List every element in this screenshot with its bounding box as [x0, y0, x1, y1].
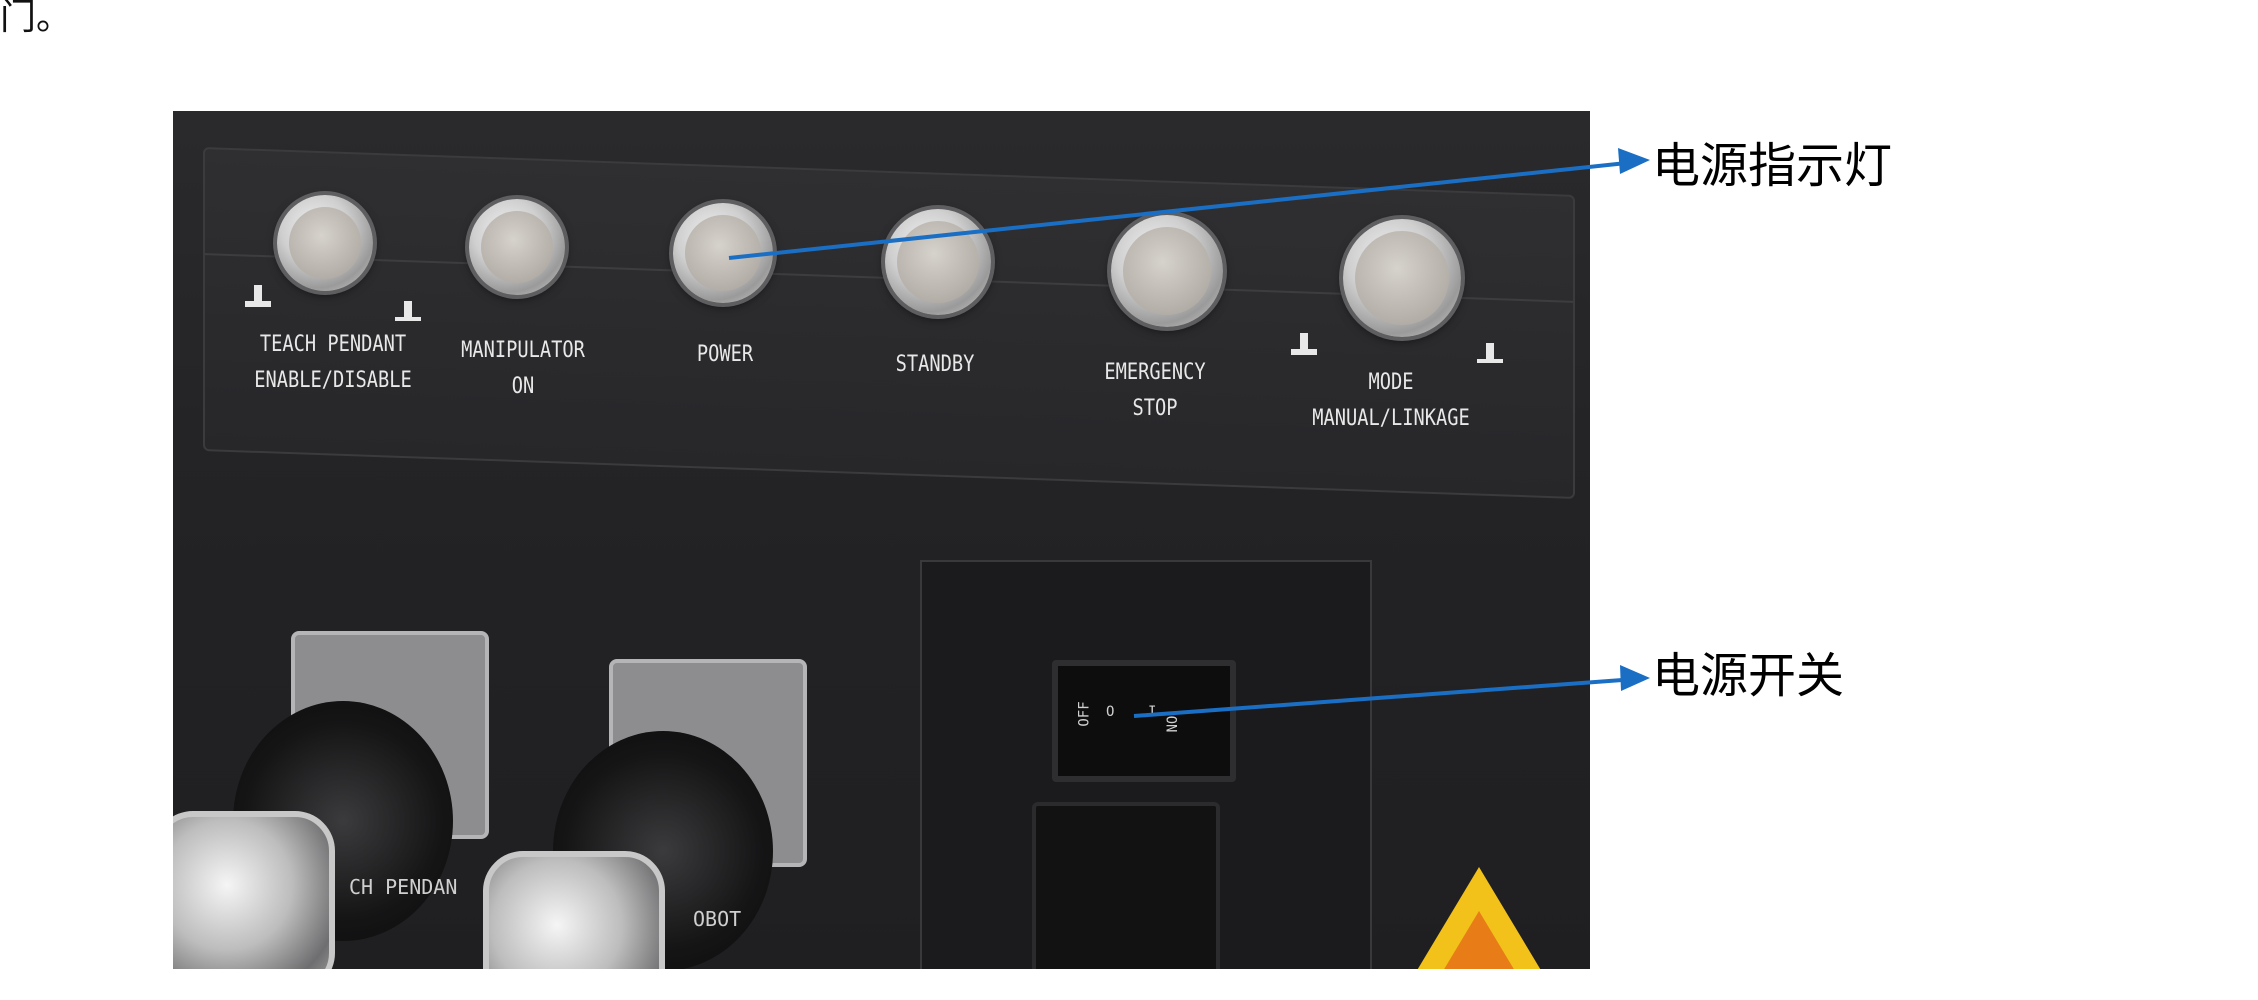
switch-off-symbol: O [1106, 704, 1115, 720]
standby-label: STANDBY [896, 347, 975, 383]
power-label: POWER [697, 337, 753, 373]
standby-button [885, 209, 991, 315]
button-lens [897, 221, 979, 303]
power-indicator-callout: 电源指示灯 [1652, 138, 1893, 194]
teach-pendant-label: TEACH PENDANT ENABLE/DISABLE [254, 327, 412, 400]
teach-pendant-button [277, 195, 373, 291]
text-fragment: 门。 [0, 0, 73, 38]
connector-label-left: CH PENDAN [349, 875, 458, 899]
power-switch-arrowhead [1620, 665, 1650, 691]
label-line: ON [511, 374, 535, 400]
power-button [673, 203, 773, 303]
label-line: TEACH PENDANT [259, 332, 407, 357]
button-lens [289, 207, 361, 279]
label-line: POWER [696, 342, 754, 367]
key-symbol-icon [1291, 333, 1317, 355]
switch-on-label: ON [1162, 715, 1179, 733]
power-socket [1032, 802, 1220, 969]
button-lens [685, 215, 761, 291]
mode-label: MODE MANUAL/LINKAGE [1312, 365, 1470, 438]
label-line: MODE [1368, 370, 1414, 395]
power-switch-housing: OFF O I ON [920, 560, 1372, 969]
power-indicator-arrowhead [1618, 148, 1650, 174]
switch-off-label: OFF [1076, 701, 1093, 727]
label-line: STANDBY [895, 352, 975, 377]
button-lens [481, 211, 553, 283]
mode-button [1343, 219, 1461, 337]
key-symbol-icon [1477, 343, 1503, 363]
manipulator-on-label: MANIPULATOR ON [461, 333, 585, 406]
manipulator-on-button [469, 199, 565, 295]
label-line: MANUAL/LINKAGE [1312, 406, 1470, 432]
connector-nut-left [173, 811, 335, 969]
rocker-switch: OFF O I ON [1052, 660, 1236, 782]
switch-on-symbol: I [1148, 704, 1157, 720]
label-line: MANIPULATOR [461, 338, 585, 363]
control-panel-photo: TEACH PENDANT ENABLE/DISABLE MANIPULATOR… [173, 111, 1590, 969]
emergency-stop-label: EMERGENCY STOP [1104, 355, 1205, 428]
label-line: ENABLE/DISABLE [254, 368, 412, 394]
label-line: STOP [1132, 396, 1178, 422]
key-symbol-icon [395, 301, 421, 321]
power-switch-callout: 电源开关 [1652, 648, 1845, 704]
button-lens [1355, 231, 1449, 325]
connector-label-right: OBOT [693, 907, 742, 931]
connector-nut-right [483, 851, 665, 969]
emergency-stop-button [1111, 215, 1223, 327]
key-symbol-icon [245, 285, 271, 307]
warning-sign-inner [1419, 911, 1539, 969]
label-line: EMERGENCY [1104, 360, 1206, 385]
button-lens [1123, 227, 1211, 315]
